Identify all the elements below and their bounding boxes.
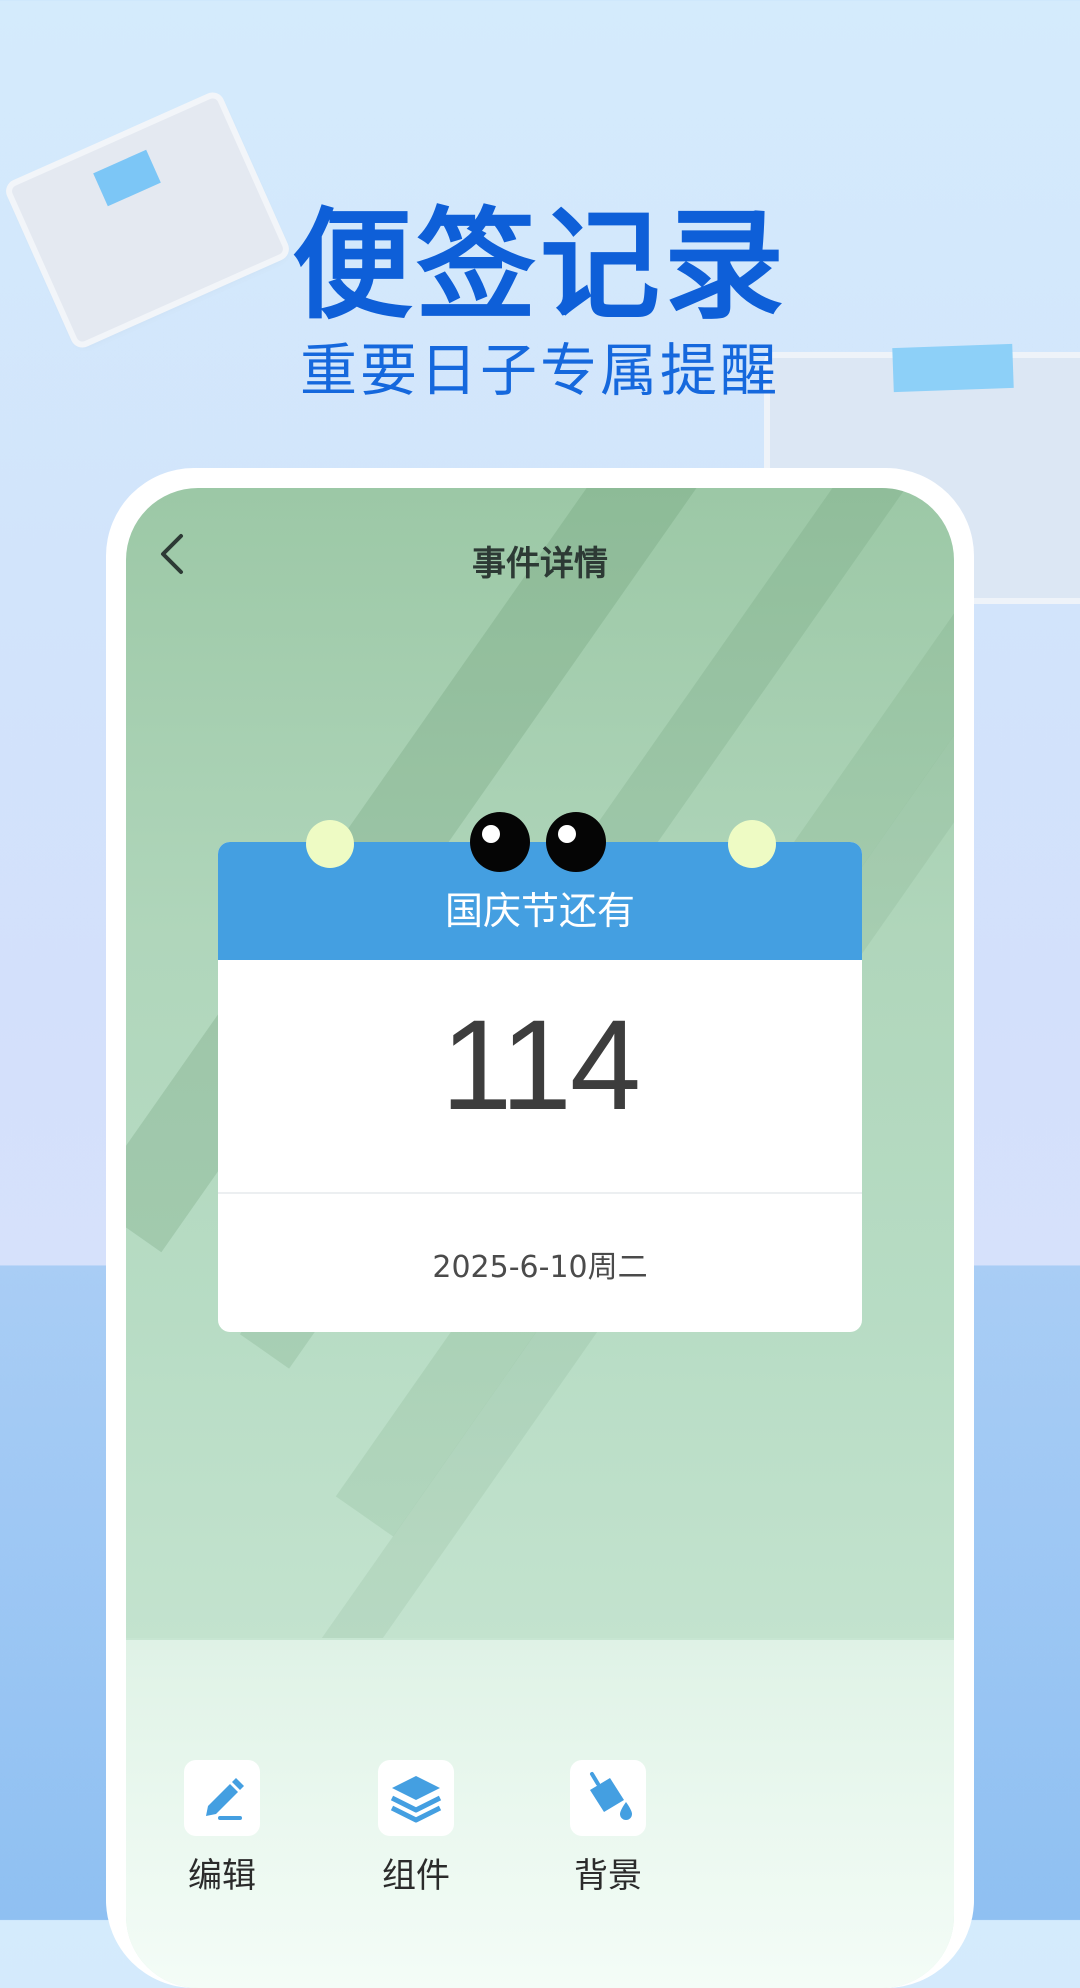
event-card[interactable]: 国庆节还有 114 2025-6-10周二 (218, 812, 862, 1332)
promo-subline: 重要日子专属提醒 (300, 338, 780, 404)
widget-label: 组件 (382, 1856, 450, 1896)
edit-button[interactable]: 编辑 (152, 1760, 292, 1897)
background-icon-box (570, 1760, 646, 1836)
background-label: 背景 (574, 1856, 642, 1896)
paint-bucket-icon (590, 1772, 632, 1820)
card-divider (218, 1192, 862, 1194)
binder-ring-left (306, 820, 354, 868)
widget-button[interactable]: 组件 (346, 1760, 486, 1897)
promo-headline: 便签记录 (292, 197, 788, 336)
widget-icon-box (378, 1760, 454, 1836)
layers-icon (390, 1776, 442, 1823)
screen-title: 事件详情 (472, 544, 608, 584)
eye-left-icon (470, 812, 530, 872)
eye-right-icon (546, 812, 606, 872)
days-count: 114 (440, 994, 641, 1137)
edit-label: 编辑 (188, 1856, 256, 1896)
edit-icon-box (184, 1760, 260, 1836)
background-button[interactable]: 背景 (538, 1760, 678, 1897)
app-screen: 事件详情 国庆节还有 114 2025-6-10周二 编辑 组件 背景 (126, 488, 954, 1988)
binder-ring-right (728, 820, 776, 868)
pencil-icon (206, 1778, 244, 1820)
event-date: 2025-6-10周二 (432, 1250, 648, 1285)
